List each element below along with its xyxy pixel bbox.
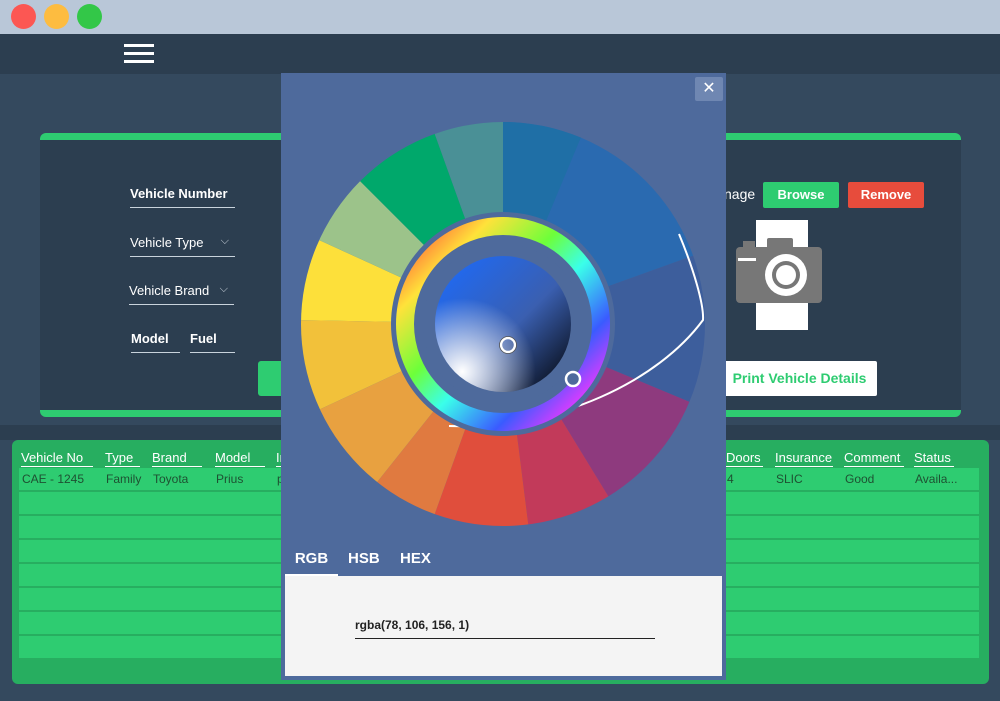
image-label: nage — [724, 186, 756, 202]
tab-hex[interactable]: HEX — [400, 550, 431, 577]
column-header[interactable]: Model — [215, 450, 265, 467]
column-header[interactable]: Insurance — [775, 450, 833, 467]
cell-status: Availa... — [915, 472, 958, 486]
camera-icon — [736, 220, 822, 330]
vehicle-number-field[interactable]: Vehicle Number — [130, 186, 235, 208]
model-field[interactable]: Model — [131, 331, 180, 353]
column-header[interactable]: Status — [914, 450, 954, 467]
color-picker-dialog: ✕ RGB HSB HEX rgba(78, 106, 156, 1) — [281, 73, 726, 680]
cell-brand: Toyota — [153, 472, 189, 486]
vehicle-type-select[interactable]: Vehicle Type ⌵ — [130, 235, 235, 257]
cell-type: Family — [106, 472, 142, 486]
color-mode-tabs: RGB HSB HEX — [285, 547, 722, 577]
column-header[interactable]: Brand — [152, 450, 202, 467]
app-bar — [0, 34, 1000, 74]
print-vehicle-details-button[interactable]: Print Vehicle Details — [722, 361, 877, 396]
vehicle-type-label: Vehicle Type — [130, 235, 204, 250]
tab-rgb[interactable]: RGB — [285, 550, 338, 577]
vehicle-number-label: Vehicle Number — [130, 186, 228, 201]
browse-button[interactable]: Browse — [763, 182, 839, 208]
cell-vehicle-no: CAE - 1245 — [22, 472, 85, 486]
vehicle-brand-label: Vehicle Brand — [129, 283, 210, 298]
chevron-down-icon: ⌵ — [219, 283, 228, 295]
model-label: Model — [131, 331, 169, 346]
maximize-window-button[interactable] — [77, 4, 102, 29]
hamburger-icon[interactable] — [124, 44, 154, 64]
window-titlebar — [0, 0, 1000, 34]
cell-doors: 4 — [727, 472, 734, 486]
chevron-down-icon: ⌵ — [220, 235, 229, 247]
cell-comment: Good — [845, 472, 875, 486]
color-value-panel: rgba(78, 106, 156, 1) — [285, 576, 722, 676]
fuel-label: Fuel — [190, 331, 217, 346]
cell-model: Prius — [216, 472, 244, 486]
remove-button[interactable]: Remove — [848, 182, 924, 208]
vehicle-brand-select[interactable]: Vehicle Brand ⌵ — [129, 283, 234, 305]
column-header[interactable]: Type — [105, 450, 140, 467]
column-header[interactable]: Vehicle No — [21, 450, 93, 467]
tab-hsb[interactable]: HSB — [348, 550, 380, 577]
close-icon[interactable]: ✕ — [695, 77, 723, 101]
fuel-field[interactable]: Fuel — [190, 331, 235, 353]
color-value-field[interactable]: rgba(78, 106, 156, 1) — [355, 618, 655, 639]
color-wheel[interactable] — [299, 120, 707, 528]
cell-insurance: SLIC — [776, 472, 803, 486]
close-window-button[interactable] — [11, 4, 36, 29]
minimize-window-button[interactable] — [44, 4, 69, 29]
column-header[interactable]: Comment — [844, 450, 904, 467]
column-header[interactable]: Doors — [726, 450, 763, 467]
